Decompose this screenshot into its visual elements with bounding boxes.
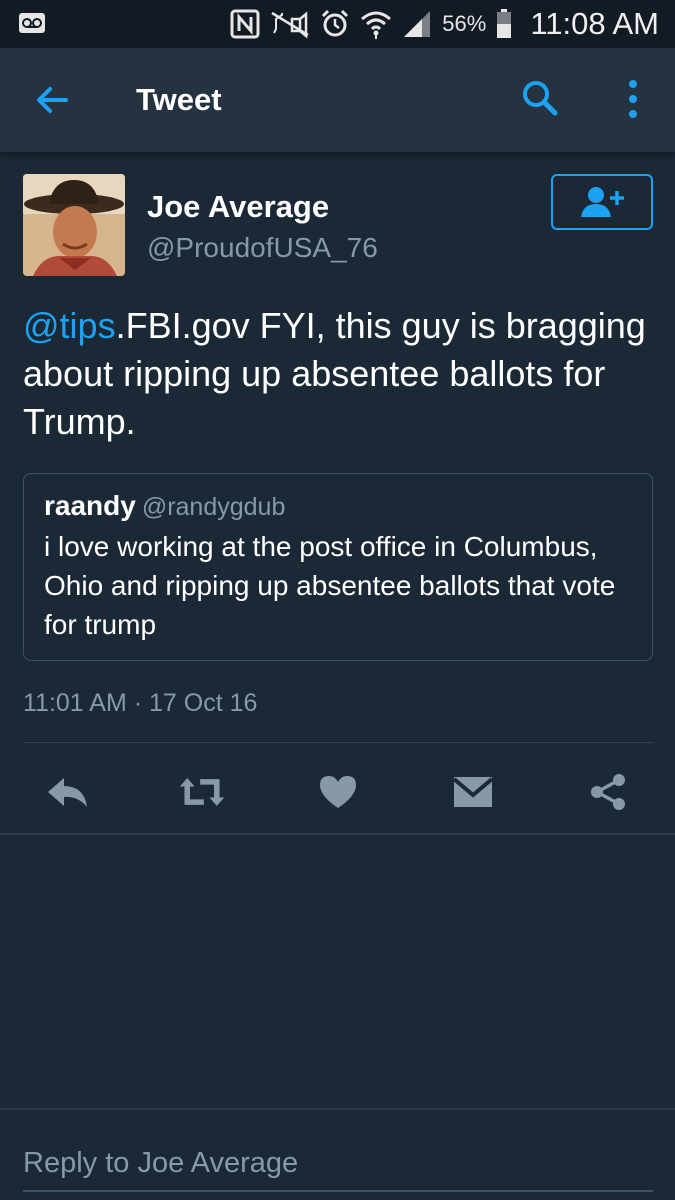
quoted-tweet-text: i love working at the post office in Col… — [44, 531, 616, 640]
divider — [0, 833, 675, 835]
author-handle[interactable]: @ProudofUSA_76 — [147, 232, 378, 264]
share-button[interactable] — [584, 768, 632, 816]
nfc-icon — [230, 9, 260, 39]
reply-icon — [48, 778, 87, 807]
signal-icon — [402, 9, 432, 39]
quoted-tweet[interactable]: raandy @randygdub i love working at the p… — [23, 473, 653, 661]
back-button[interactable] — [32, 80, 72, 120]
alarm-icon — [320, 9, 350, 39]
retweet-icon — [179, 778, 225, 806]
search-button[interactable] — [520, 78, 560, 118]
wifi-icon — [360, 9, 392, 39]
status-bar: 56% 11:08 AM — [0, 0, 675, 48]
avatar[interactable] — [23, 174, 125, 276]
retweet-button[interactable] — [178, 768, 226, 816]
tweet-timestamp: 11:01 AM · 17 Oct 16 — [23, 689, 258, 717]
reply-button[interactable] — [44, 768, 92, 816]
status-clock: 11:08 AM — [530, 6, 659, 41]
quoted-author-name: raandy — [44, 490, 136, 521]
direct-message-icon — [452, 777, 494, 807]
mute-icon — [270, 9, 310, 39]
back-arrow-icon — [37, 87, 68, 113]
like-icon — [320, 776, 356, 808]
mention-link[interactable]: @tips — [23, 305, 116, 346]
quoted-author-handle: @randygdub — [141, 493, 286, 521]
more-vert-icon — [629, 80, 637, 118]
search-icon — [523, 81, 558, 116]
tweet-body: .FBI.gov FYI, this guy is bragging about… — [23, 305, 646, 442]
share-icon — [591, 774, 625, 810]
direct-message-button[interactable] — [449, 768, 497, 816]
author-name[interactable]: Joe Average — [147, 189, 329, 225]
battery-icon — [496, 9, 512, 39]
reply-composer — [0, 1108, 675, 1200]
voicemail-icon — [18, 12, 46, 34]
add-user-icon — [581, 187, 624, 217]
app-bar: Tweet — [0, 48, 675, 152]
divider — [23, 742, 653, 743]
like-button[interactable] — [314, 768, 362, 816]
reply-input[interactable] — [23, 1138, 653, 1188]
reply-input-underline — [23, 1190, 653, 1192]
more-options-button[interactable] — [620, 78, 646, 120]
page-title: Tweet — [136, 82, 222, 117]
tweet-text: @tips.FBI.gov FYI, this guy is bragging … — [23, 302, 663, 446]
quoted-tweet-header: raandy @randygdub — [44, 490, 285, 522]
tweet-actions — [0, 752, 675, 832]
follow-button[interactable] — [551, 174, 653, 230]
battery-percent: 56% — [442, 11, 487, 36]
